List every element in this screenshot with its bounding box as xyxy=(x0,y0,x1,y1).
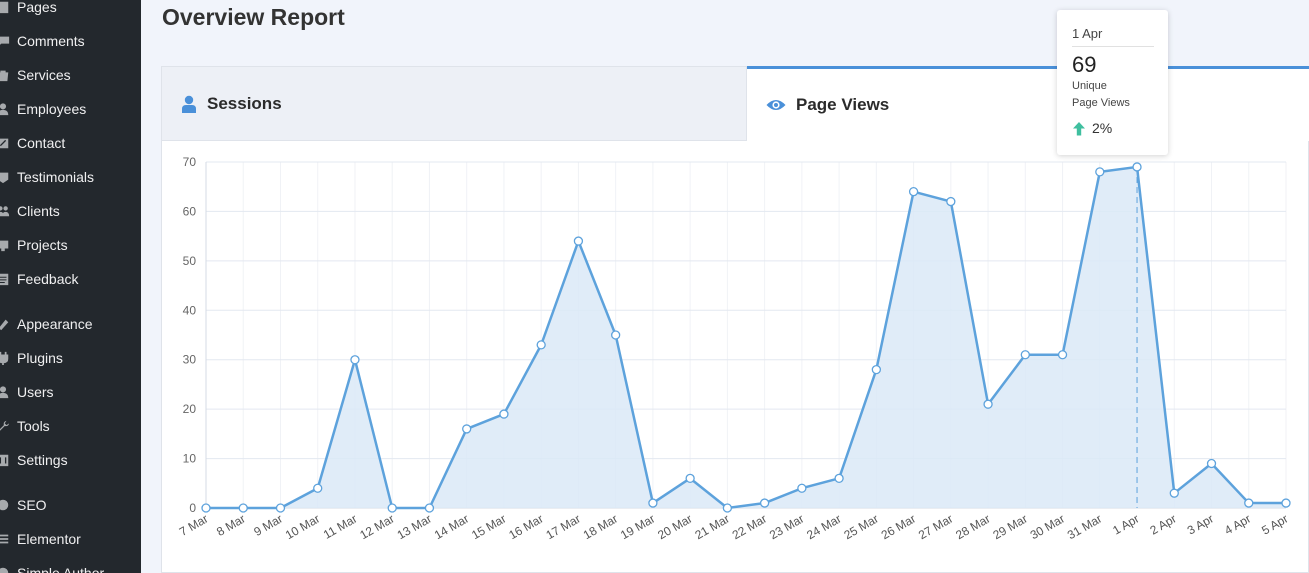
x-tick-label: 25 Mar xyxy=(841,511,880,542)
x-tick-label: 22 Mar xyxy=(730,511,769,542)
data-point xyxy=(1095,167,1105,177)
y-tick-label: 70 xyxy=(183,155,197,169)
x-tick-label: 9 Mar xyxy=(251,511,285,538)
x-tick-label: 8 Mar xyxy=(214,511,248,538)
data-point xyxy=(685,473,695,483)
data-point xyxy=(797,483,807,493)
x-tick-label: 28 Mar xyxy=(953,511,992,542)
data-point xyxy=(1244,498,1254,508)
x-tick-label: 23 Mar xyxy=(767,511,806,542)
x-tick-label: 26 Mar xyxy=(879,511,918,542)
data-point xyxy=(499,409,509,419)
data-point xyxy=(313,483,323,493)
chart-tooltip: 1 Apr 69 Unique Page Views 2% xyxy=(1057,10,1168,155)
data-point xyxy=(946,196,956,207)
x-tick-label: 17 Mar xyxy=(544,511,583,542)
x-tick-label: 10 Mar xyxy=(283,511,322,542)
data-point xyxy=(1132,162,1142,172)
x-tick-label: 1 Apr xyxy=(1110,511,1141,537)
data-point xyxy=(834,473,844,483)
x-tick-label: 12 Mar xyxy=(357,511,396,542)
x-tick-label: 16 Mar xyxy=(506,511,545,542)
data-point xyxy=(573,236,584,246)
x-tick-label: 19 Mar xyxy=(618,511,657,542)
data-point xyxy=(238,503,248,513)
x-tick-label: 3 Apr xyxy=(1185,511,1216,537)
data-point xyxy=(1206,458,1217,469)
x-tick-label: 5 Apr xyxy=(1259,511,1290,537)
x-tick-label: 24 Mar xyxy=(804,511,843,542)
data-point xyxy=(648,498,658,508)
data-point xyxy=(387,503,397,513)
data-point xyxy=(536,340,546,350)
data-point xyxy=(1169,488,1179,498)
tooltip-change: 2% xyxy=(1072,120,1168,136)
data-point xyxy=(1020,350,1030,360)
data-point xyxy=(983,399,993,409)
x-tick-label: 11 Mar xyxy=(321,511,360,541)
tooltip-change-value: 2% xyxy=(1092,120,1113,136)
x-tick-label: 30 Mar xyxy=(1028,511,1067,542)
series-area xyxy=(206,166,1286,508)
x-tick-label: 15 Mar xyxy=(469,511,508,542)
x-tick-label: 7 Mar xyxy=(177,511,211,538)
y-tick-label: 40 xyxy=(183,303,197,317)
tooltip-date: 1 Apr xyxy=(1072,26,1154,47)
data-point xyxy=(424,503,435,513)
data-point xyxy=(759,498,770,508)
data-point xyxy=(908,187,919,197)
data-point xyxy=(1281,498,1291,508)
x-tick-label: 14 Mar xyxy=(432,511,471,542)
data-point xyxy=(462,424,472,434)
x-tick-label: 13 Mar xyxy=(395,511,434,542)
data-point xyxy=(722,503,733,513)
data-point xyxy=(871,364,881,375)
data-point xyxy=(275,503,286,513)
y-tick-label: 30 xyxy=(183,353,197,367)
tooltip-label-line1: Unique xyxy=(1072,80,1107,92)
data-point xyxy=(611,330,621,340)
arrow-up-icon xyxy=(1073,121,1085,135)
y-tick-label: 0 xyxy=(189,501,196,515)
data-point xyxy=(1057,350,1068,360)
x-tick-label: 21 Mar xyxy=(693,511,732,542)
x-tick-label: 4 Apr xyxy=(1222,511,1253,537)
y-tick-label: 50 xyxy=(183,254,197,268)
x-tick-label: 29 Mar xyxy=(990,511,1029,542)
tooltip-label-line2: Page Views xyxy=(1072,97,1130,109)
y-tick-label: 60 xyxy=(183,204,197,218)
y-tick-label: 10 xyxy=(183,452,197,466)
y-tick-label: 20 xyxy=(183,402,197,416)
x-tick-label: 18 Mar xyxy=(581,511,620,542)
x-tick-label: 31 Mar xyxy=(1065,511,1104,542)
data-point xyxy=(201,503,211,513)
x-tick-label: 27 Mar xyxy=(916,511,955,542)
tooltip-value: 69 xyxy=(1072,52,1097,77)
data-point xyxy=(350,355,360,365)
x-tick-label: 20 Mar xyxy=(655,511,694,542)
x-tick-label: 2 Apr xyxy=(1148,511,1179,537)
